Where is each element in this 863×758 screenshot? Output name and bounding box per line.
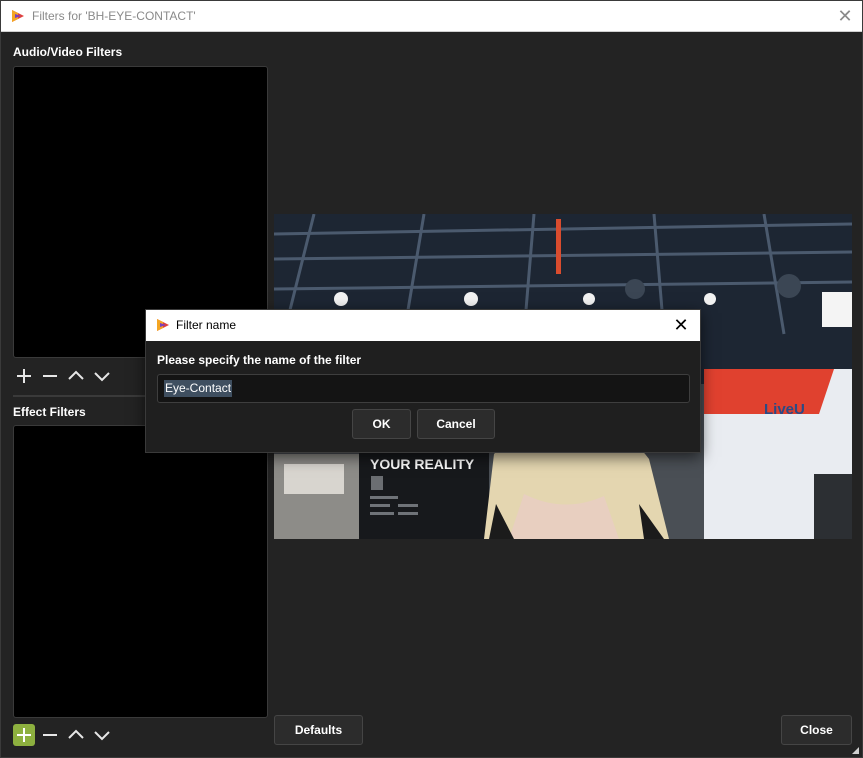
cancel-button[interactable]: Cancel: [417, 409, 495, 439]
defaults-button[interactable]: Defaults: [274, 715, 363, 745]
move-down-icon: [94, 372, 110, 382]
av-remove-button[interactable]: [39, 365, 61, 387]
dialog-titlebar[interactable]: Filter name ✕: [146, 310, 700, 341]
resize-grip-icon[interactable]: [850, 745, 860, 755]
effect-filters-label: Effect Filters: [13, 405, 86, 419]
remove-icon: [43, 734, 57, 736]
filter-name-dialog: Filter name ✕ Please specify the name of…: [145, 309, 701, 453]
move-up-icon: [68, 729, 84, 739]
dialog-prompt: Please specify the name of the filter: [157, 353, 362, 367]
app-logo-icon: [12, 10, 24, 22]
add-icon: [17, 728, 31, 742]
dialog-close-button[interactable]: ✕: [670, 314, 692, 336]
add-icon: [17, 369, 31, 383]
booth-logo-text: LiveU: [764, 401, 805, 418]
dialog-title: Filter name: [176, 318, 237, 332]
filter-name-input[interactable]: [157, 374, 690, 403]
effect-filters-toolbar: [13, 724, 113, 746]
window-titlebar[interactable]: Filters for 'BH-EYE-CONTACT' ✕: [1, 1, 862, 32]
move-up-icon: [68, 370, 84, 380]
effect-filters-list[interactable]: [13, 425, 268, 718]
window-title: Filters for 'BH-EYE-CONTACT': [32, 9, 196, 23]
av-move-down-button[interactable]: [91, 365, 113, 387]
move-down-icon: [94, 731, 110, 741]
av-filters-label: Audio/Video Filters: [13, 45, 123, 59]
effect-remove-button[interactable]: [39, 724, 61, 746]
av-filters-toolbar: [13, 365, 113, 387]
effect-move-up-button[interactable]: [65, 724, 87, 746]
booth-sign-text: YOUR REALITY: [370, 456, 475, 472]
av-add-button[interactable]: [13, 365, 35, 387]
ok-button[interactable]: OK: [352, 409, 411, 439]
close-button[interactable]: Close: [781, 715, 852, 745]
effect-add-button[interactable]: [13, 724, 35, 746]
filter-name-input-value: Eye-Contact: [164, 380, 233, 397]
app-logo-icon: [157, 319, 169, 331]
effect-move-down-button[interactable]: [91, 724, 113, 746]
remove-icon: [43, 375, 57, 377]
av-move-up-button[interactable]: [65, 365, 87, 387]
window-close-button[interactable]: ✕: [834, 5, 856, 27]
